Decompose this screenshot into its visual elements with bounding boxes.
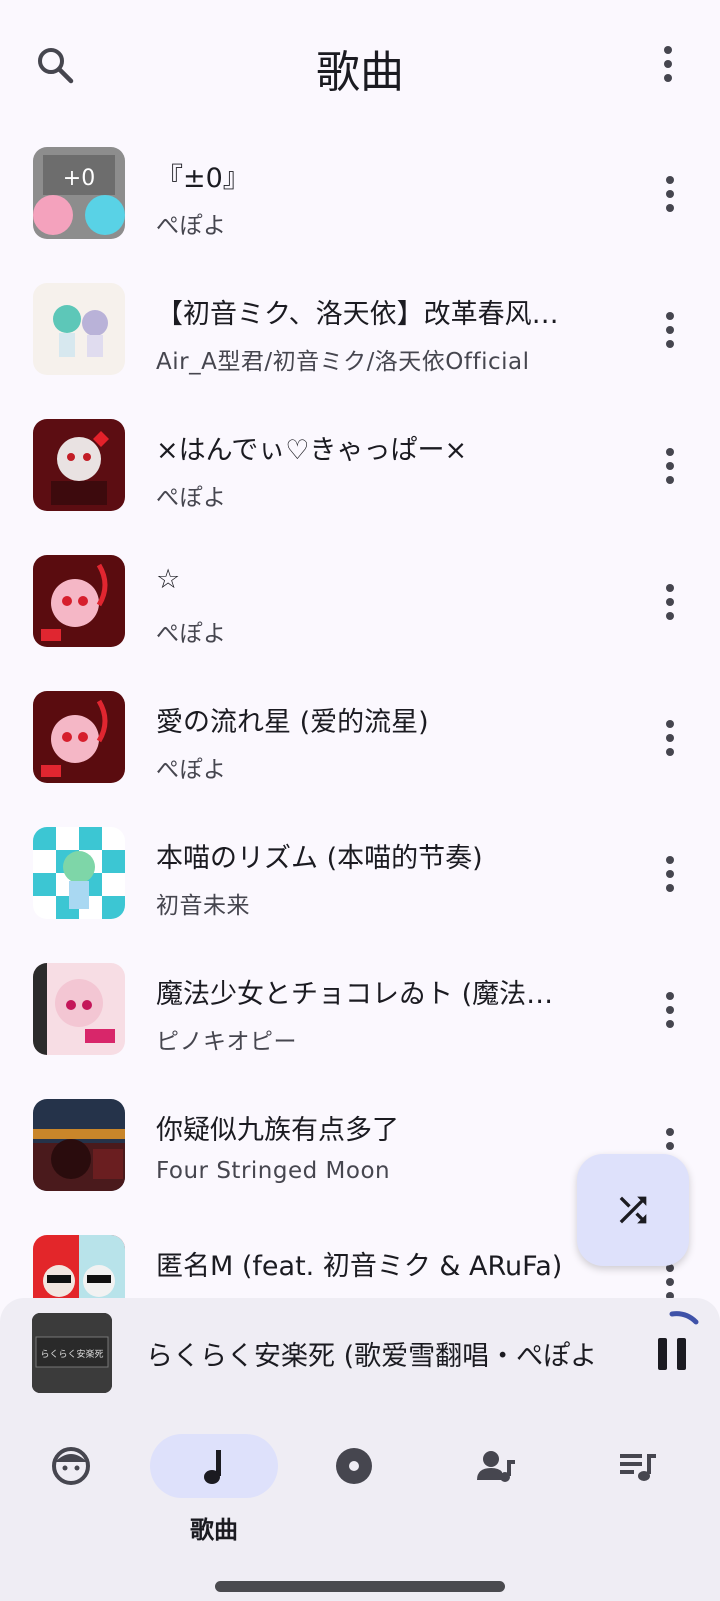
nav-label-songs: 歌曲 xyxy=(190,1516,238,1544)
song-artist: ピノキオピー xyxy=(156,1029,297,1055)
shuffle-button[interactable] xyxy=(577,1154,689,1266)
more-vert-icon[interactable] xyxy=(656,44,680,84)
nav-item-playlists[interactable] xyxy=(574,1434,702,1544)
song-artist: 初音未来 xyxy=(156,893,250,919)
more-vert-icon[interactable] xyxy=(658,310,682,350)
song-row[interactable]: +0 『±0』 ぺぽよ xyxy=(0,130,720,266)
song-row[interactable]: 愛の流れ星 (爱的流星) ぺぽよ xyxy=(0,674,720,810)
now-playing-cover: らくらく安楽死 xyxy=(32,1313,112,1393)
song-row[interactable]: ×はんでぃ♡きゃっぱー× ぺぽよ xyxy=(0,402,720,538)
song-row[interactable]: ☆ ぺぽよ xyxy=(0,538,720,674)
song-title: ☆ xyxy=(156,564,181,595)
album-icon xyxy=(336,1448,372,1484)
song-row[interactable]: 魔法少女とチョコレゐト (魔法… ピノキオピー xyxy=(0,946,720,1082)
song-title: 『±0』 xyxy=(156,163,250,194)
nav-item-albums[interactable] xyxy=(290,1434,418,1544)
song-row[interactable]: 本喵のリズム (本喵的节奏) 初音未来 xyxy=(0,810,720,946)
music-note-icon xyxy=(204,1450,221,1484)
song-title: 【初音ミク、洛天依】改革春风… xyxy=(156,299,559,330)
more-vert-icon[interactable] xyxy=(658,718,682,758)
more-vert-icon[interactable] xyxy=(658,990,682,1030)
face-icon xyxy=(52,1447,90,1485)
mini-player[interactable]: らくらく安楽死 らくらく安楽死 (歌爱雪翻唱・ぺぽよ xyxy=(0,1298,720,1410)
song-cover: +0 xyxy=(33,147,125,239)
song-artist: Four Stringed Moon xyxy=(156,1158,391,1184)
more-vert-icon[interactable] xyxy=(658,174,682,214)
song-title: 本喵のリズム (本喵的节奏) xyxy=(156,843,483,874)
page-title: 歌曲 xyxy=(316,47,404,98)
song-artist: Air_A型君/初音ミク/洛天依Official xyxy=(156,349,530,375)
song-cover xyxy=(33,419,125,511)
svg-text:+0: +0 xyxy=(63,166,95,191)
now-playing-title: らくらく安楽死 (歌爱雪翻唱・ぺぽよ xyxy=(146,1341,598,1372)
nav-item-songs[interactable]: 歌曲 xyxy=(150,1434,278,1544)
song-cover xyxy=(33,691,125,783)
song-artist: ぺぽよ xyxy=(156,621,227,647)
song-title: 匿名M (feat. 初音ミク & ARuFa) xyxy=(156,1251,563,1282)
artist-icon xyxy=(477,1451,515,1482)
shuffle-icon xyxy=(619,1196,647,1224)
song-title: 魔法少女とチョコレゐト (魔法… xyxy=(156,979,554,1010)
song-artist: ぺぽよ xyxy=(156,213,227,239)
top-app-bar: 歌曲 xyxy=(0,0,720,130)
pause-icon[interactable] xyxy=(656,1334,688,1374)
song-title: 你疑似九族有点多了 xyxy=(156,1115,399,1146)
nav-item-artists[interactable] xyxy=(432,1434,560,1544)
more-vert-icon[interactable] xyxy=(658,1262,682,1298)
song-title: ×はんでぃ♡きゃっぱー× xyxy=(156,435,468,466)
gesture-handle[interactable] xyxy=(215,1581,505,1592)
song-artist: ぺぽよ xyxy=(156,485,227,511)
playlist-icon xyxy=(620,1454,656,1481)
nav-item-for-you[interactable] xyxy=(7,1434,135,1544)
song-cover xyxy=(33,283,125,375)
song-cover xyxy=(33,1099,125,1191)
song-title: 愛の流れ星 (爱的流星) xyxy=(156,707,429,738)
song-row[interactable]: 【初音ミク、洛天依】改革春风… Air_A型君/初音ミク/洛天依Official xyxy=(0,266,720,402)
more-vert-icon[interactable] xyxy=(658,854,682,894)
more-vert-icon[interactable] xyxy=(658,582,682,622)
song-list: +0 『±0』 ぺぽよ 【初音ミク、洛天依】改革春风… Air_A型君/初音ミク… xyxy=(0,130,720,1298)
more-vert-icon[interactable] xyxy=(658,446,682,486)
song-cover xyxy=(33,1235,125,1298)
song-artist: ぺぽよ xyxy=(156,757,227,783)
svg-text:らくらく安楽死: らくらく安楽死 xyxy=(40,1348,103,1360)
song-cover xyxy=(33,555,125,647)
bottom-navigation: 歌曲 xyxy=(0,1410,720,1601)
song-cover xyxy=(33,963,125,1055)
song-cover xyxy=(33,827,125,919)
